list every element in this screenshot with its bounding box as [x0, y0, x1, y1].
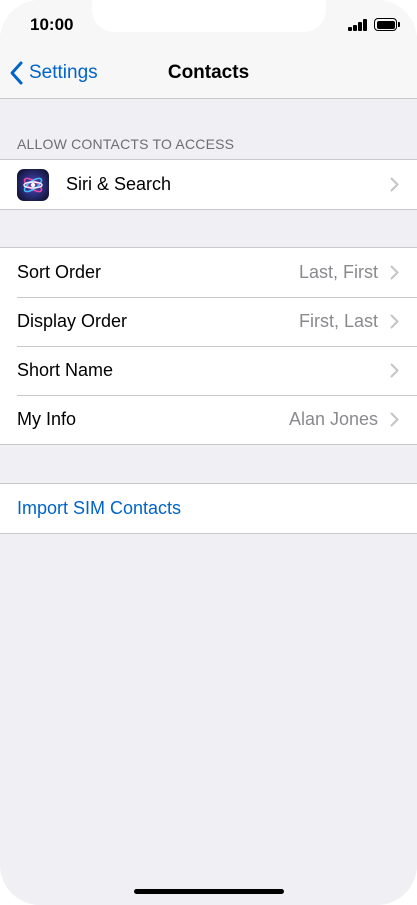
- battery-icon: [374, 18, 400, 31]
- import-group: Import SIM Contacts: [0, 483, 417, 534]
- status-time: 10:00: [30, 15, 74, 34]
- display-order-value: First, Last: [298, 311, 378, 331]
- my-info-value: Alan Jones: [288, 409, 378, 429]
- signal-icon: [348, 19, 368, 31]
- phone-frame: 10:00 Settings Contacts ALLOW CONTACTS T…: [0, 0, 417, 905]
- section-header-access: ALLOW CONTACTS TO ACCESS: [17, 136, 235, 152]
- sort-order-value: Last, First: [298, 262, 378, 282]
- siri-search-label: Siri & Search: [66, 174, 172, 194]
- siri-search-row[interactable]: Siri & Search: [0, 160, 417, 209]
- my-info-label: My Info: [17, 409, 77, 429]
- screen: 10:00 Settings Contacts ALLOW CONTACTS T…: [0, 0, 417, 905]
- chevron-right-icon: [390, 412, 399, 427]
- navigation-bar: Settings Contacts: [0, 48, 417, 99]
- chevron-right-icon: [390, 363, 399, 378]
- import-sim-contacts-label: Import SIM Contacts: [17, 498, 182, 518]
- chevron-right-icon: [390, 177, 399, 192]
- sort-order-label: Sort Order: [17, 262, 102, 282]
- short-name-label: Short Name: [17, 360, 114, 380]
- import-sim-contacts-button[interactable]: Import SIM Contacts: [0, 484, 417, 533]
- status-bar: 10:00: [0, 0, 417, 48]
- my-info-row[interactable]: My Info Alan Jones: [0, 395, 417, 444]
- options-group: Sort Order Last, First Display Order Fir…: [0, 247, 417, 445]
- notch: [92, 0, 326, 32]
- page-title: Contacts: [167, 62, 250, 83]
- short-name-row[interactable]: Short Name: [0, 346, 417, 395]
- chevron-right-icon: [390, 314, 399, 329]
- display-order-label: Display Order: [17, 311, 128, 331]
- siri-icon: [17, 168, 49, 201]
- display-order-row[interactable]: Display Order First, Last: [0, 297, 417, 346]
- chevron-right-icon: [390, 265, 399, 280]
- home-indicator[interactable]: [134, 889, 284, 894]
- sort-order-row[interactable]: Sort Order Last, First: [0, 248, 417, 297]
- access-group: Siri & Search: [0, 159, 417, 210]
